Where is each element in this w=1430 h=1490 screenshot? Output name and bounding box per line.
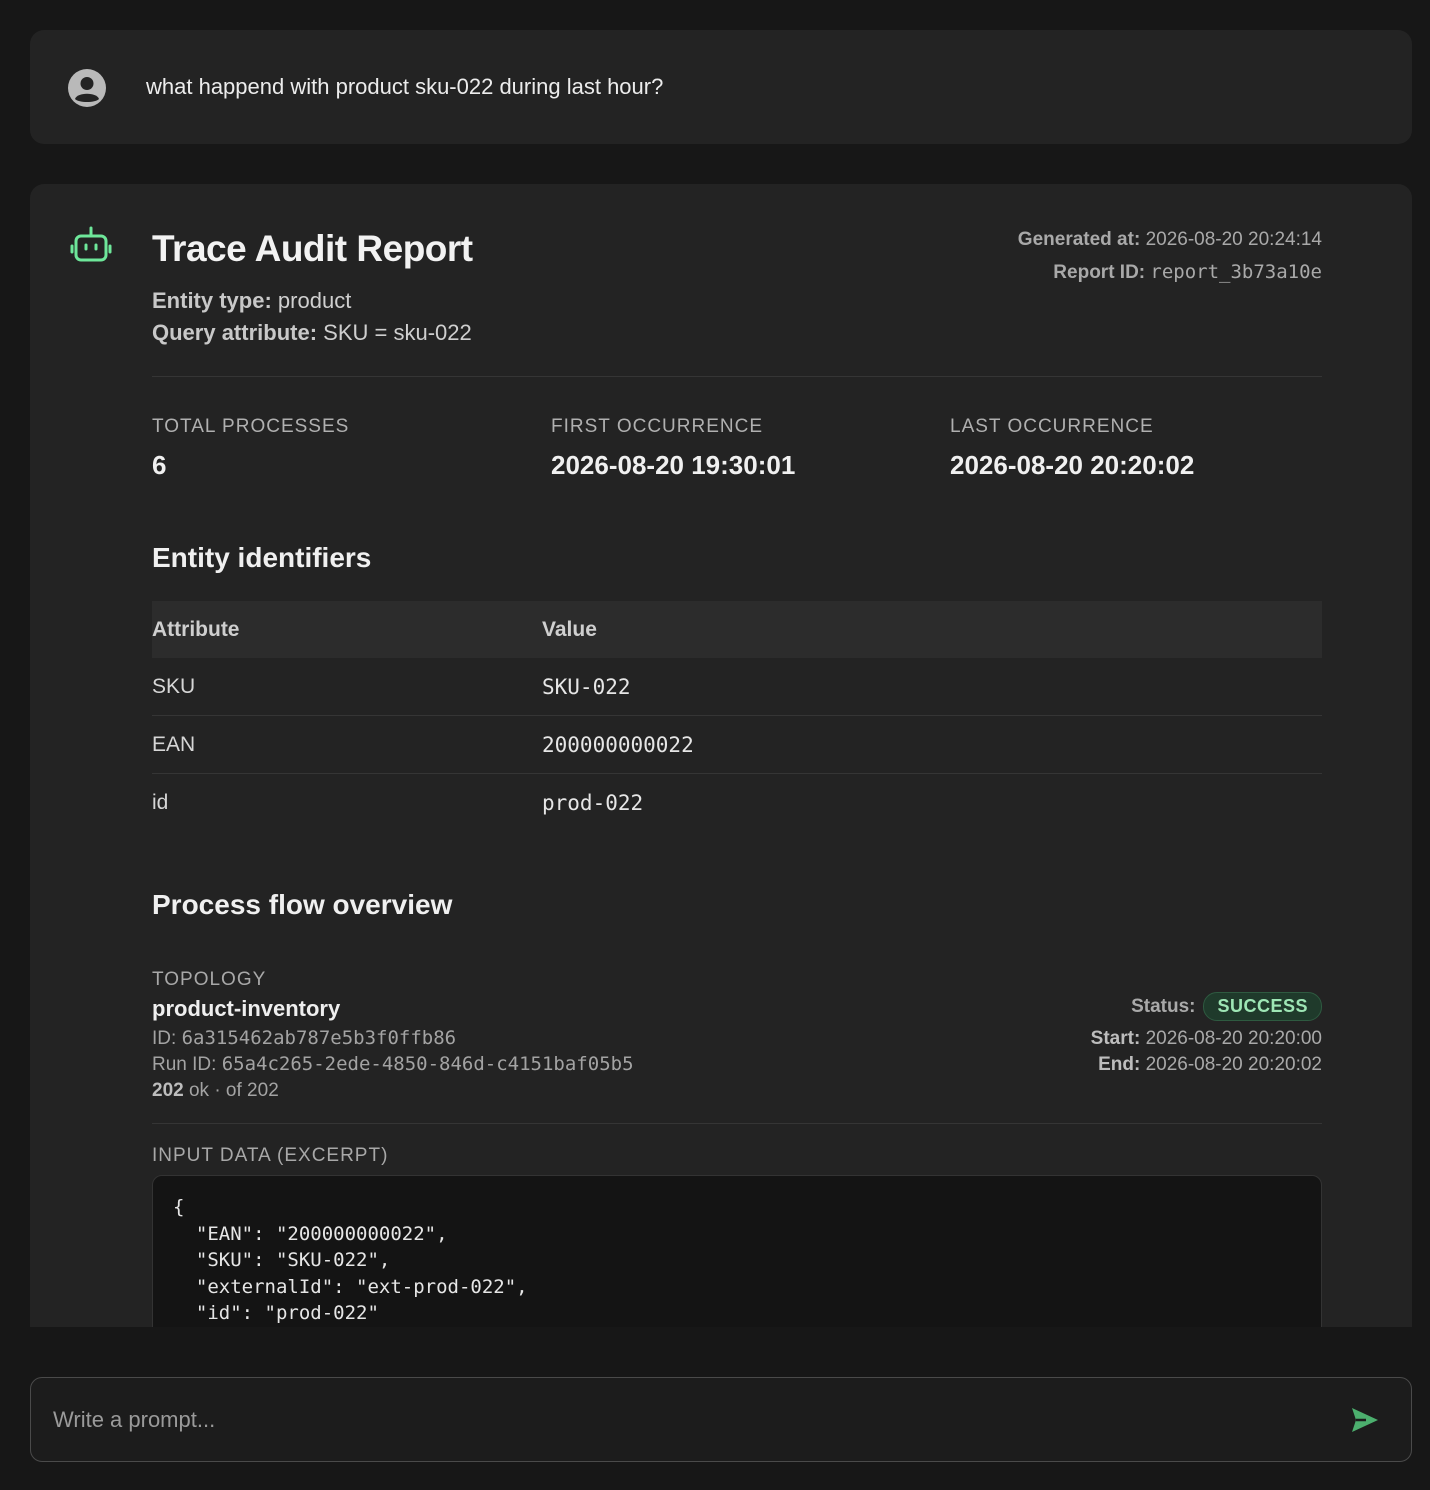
table-row: id prod-022 bbox=[152, 774, 1322, 832]
table-row: EAN 200000000022 bbox=[152, 716, 1322, 774]
input-data-code: { "EAN": "200000000022", "SKU": "SKU-022… bbox=[152, 1175, 1322, 1327]
cell-value: prod-022 bbox=[542, 791, 644, 815]
cell-value: SKU-022 bbox=[542, 674, 631, 699]
report-meta: Generated at: 2026-08-20 20:24:14 Report… bbox=[1018, 224, 1322, 289]
stat-last-occurrence: LAST OCCURRENCE 2026-08-20 20:20:02 bbox=[950, 416, 1195, 480]
send-icon bbox=[1352, 1408, 1378, 1432]
topology-name: product-inventory bbox=[152, 996, 341, 1021]
report-card: Trace Audit Report Entity type: product … bbox=[30, 184, 1412, 1327]
run-id: Run ID: 65a4c265-2ede-4850-846d-c4151baf… bbox=[152, 1053, 634, 1075]
start-time: Start: 2026-08-20 20:20:00 bbox=[1090, 1028, 1322, 1049]
stat-total-processes: TOTAL PROCESSES 6 bbox=[152, 416, 350, 480]
send-button[interactable] bbox=[1349, 1404, 1381, 1436]
user-avatar-icon bbox=[68, 69, 106, 107]
table-row: SKU SKU-022 bbox=[152, 658, 1322, 716]
cell-attribute: EAN bbox=[152, 732, 196, 756]
report-title: Trace Audit Report bbox=[152, 228, 473, 269]
cell-attribute: SKU bbox=[152, 674, 196, 698]
topology-id: ID: 6a315462ab787e5b3f0ffb86 bbox=[152, 1027, 457, 1049]
table-header: Attribute Value bbox=[152, 601, 1322, 658]
column-header-attribute: Attribute bbox=[152, 617, 240, 641]
cell-attribute: id bbox=[152, 791, 169, 814]
identifiers-table: Attribute Value SKU SKU-022 EAN 20000000… bbox=[152, 601, 1322, 832]
generated-at: Generated at: 2026-08-20 20:24:14 bbox=[1017, 229, 1322, 250]
cell-value: 200000000022 bbox=[542, 732, 694, 757]
status: Status: SUCCESS bbox=[1131, 992, 1322, 1021]
end-time: End: 2026-08-20 20:20:02 bbox=[1098, 1054, 1322, 1075]
robot-icon bbox=[70, 226, 112, 262]
report-id: Report ID: report_3b73a10e bbox=[1053, 261, 1322, 283]
process-flow-heading: Process flow overview bbox=[152, 889, 453, 920]
process-divider bbox=[152, 1123, 1322, 1124]
status-badge: SUCCESS bbox=[1203, 992, 1322, 1021]
entity-type: Entity type: product bbox=[152, 288, 352, 313]
query-attribute: Query attribute: SKU = sku-022 bbox=[152, 320, 472, 345]
header-divider bbox=[152, 376, 1322, 377]
topology-label: TOPOLOGY bbox=[152, 969, 267, 990]
stat-first-occurrence: FIRST OCCURRENCE 2026-08-20 19:30:01 bbox=[551, 416, 796, 480]
column-header-value: Value bbox=[542, 617, 597, 641]
user-message-text: what happend with product sku-022 during… bbox=[146, 74, 664, 99]
input-data-label: INPUT DATA (EXCERPT) bbox=[152, 1145, 389, 1166]
ok-count: 202 ok · of 202 bbox=[152, 1080, 279, 1101]
prompt-input[interactable] bbox=[51, 1378, 1331, 1461]
identifiers-heading: Entity identifiers bbox=[152, 542, 372, 573]
prompt-composer bbox=[30, 1377, 1412, 1462]
